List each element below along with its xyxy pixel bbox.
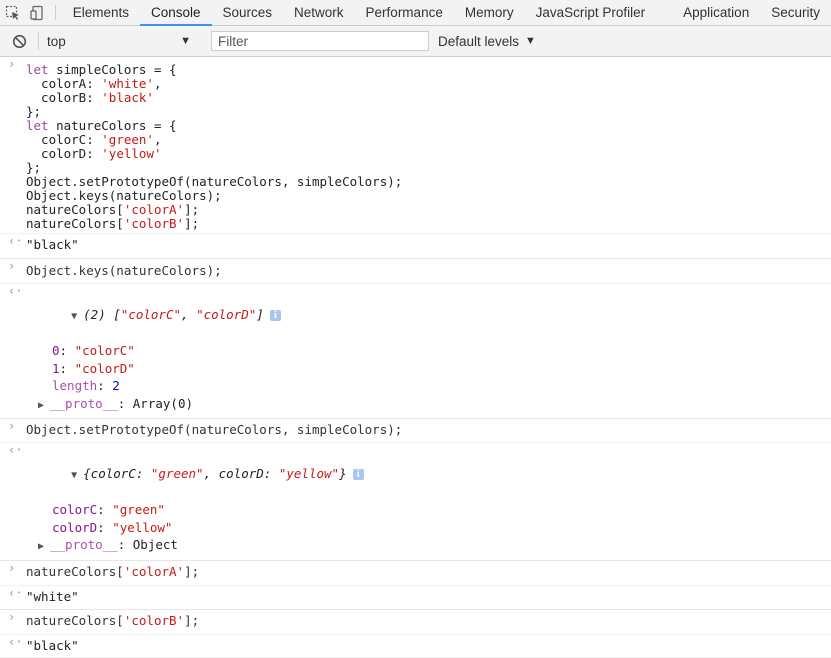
triangle-expanded-icon: ▼ [71, 470, 78, 481]
toolbar-divider [54, 5, 56, 20]
result-arrow-icon: ‹· [8, 634, 23, 649]
info-icon[interactable]: i [269, 310, 281, 321]
tab-console[interactable]: Console [139, 0, 212, 26]
object-property: colorC: "green" [52, 502, 165, 517]
tab-network[interactable]: Network [283, 0, 355, 25]
tab-memory[interactable]: Memory [454, 0, 525, 25]
log-levels-label: Default levels [438, 33, 520, 49]
object-property: colorD: "yellow" [52, 519, 173, 535]
code-line: natureColors['colorA']; [26, 202, 200, 217]
code-line: colorA: 'white', [26, 76, 162, 91]
console-filterbar: top ▼ Default levels ▼ [0, 26, 831, 57]
prompt-chevron-icon: › [8, 57, 16, 71]
tab-label: Elements [72, 5, 129, 20]
prompt-chevron-icon: › [8, 560, 16, 575]
triangle-collapsed-icon: ▶ [38, 399, 45, 411]
tab-label: Memory [464, 5, 514, 20]
result-value: "black" [26, 637, 79, 653]
filterbar-divider [38, 32, 39, 50]
tab-label: Security [771, 5, 820, 20]
code-line: let simpleColors = { [26, 62, 177, 77]
inspect-cursor-icon [5, 5, 19, 20]
array-item: 0: "colorC" [52, 343, 135, 358]
execution-context-select[interactable]: top ▼ [47, 34, 197, 49]
code-line: natureColors['colorB']; [26, 612, 200, 628]
object-preview-toggle[interactable]: ▼ {colorC: "green", colorD: "yellow"} i [26, 448, 831, 501]
tab-label: Application [683, 5, 750, 20]
code-line: }; [26, 160, 42, 175]
inspect-element-button[interactable] [0, 0, 25, 25]
console-result-entry: ‹· ▼ {colorC: "green", colorD: "yellow"} i… [0, 443, 831, 561]
code-line: colorC: 'green', [26, 132, 162, 147]
device-toolbar-button[interactable] [25, 0, 50, 25]
tab-label: Performance [365, 5, 443, 20]
code-line: let natureColors = { [26, 118, 177, 133]
prompt-chevron-icon: › [8, 419, 16, 433]
tab-label: JavaScript Profiler [535, 5, 646, 20]
code-line: Object.keys(natureColors); [26, 263, 222, 278]
proto-toggle[interactable]: ▶ __proto__: Object [26, 536, 831, 556]
array-item: 1: "colorD" [52, 360, 135, 376]
result-arrow-icon: ‹· [8, 284, 23, 298]
log-levels-dropdown[interactable]: Default levels ▼ [438, 34, 536, 49]
devtools-tabbar: Elements Console Sources Network Perform… [0, 0, 831, 26]
console-filter-input[interactable] [211, 31, 429, 51]
chevron-down-icon: ▼ [180, 35, 191, 47]
console-input-entry: › Object.keys(natureColors); [0, 259, 831, 284]
console-input-entry: › natureColors['colorA']; [0, 561, 831, 586]
tab-label: Sources [222, 5, 273, 20]
context-value: top [47, 33, 66, 49]
tab-label: Network [294, 5, 344, 20]
prompt-chevron-icon: › [8, 259, 16, 273]
array-length: length: 2 [52, 378, 120, 393]
tab-sources[interactable]: Sources [212, 0, 284, 25]
chevron-down-icon: ▼ [525, 35, 536, 47]
array-preview-toggle[interactable]: ▼ (2) ["colorC", "colorD"] i [26, 289, 831, 342]
info-icon[interactable]: i [352, 469, 364, 480]
code-line: colorD: 'yellow' [26, 146, 162, 161]
result-arrow-icon: ‹· [8, 443, 23, 457]
code-line: natureColors['colorA']; [26, 563, 200, 579]
result-value: "white" [26, 588, 79, 604]
code-line: Object.keys(natureColors); [26, 188, 222, 203]
result-value: "black" [26, 237, 79, 252]
clear-console-button[interactable] [6, 28, 32, 54]
code-line: }; [26, 104, 42, 119]
code-line: Object.setPrototypeOf(natureColors, simp… [26, 174, 403, 189]
console-result-entry: ‹· "black" [0, 234, 831, 259]
device-mode-icon [30, 5, 43, 20]
code-line: Object.setPrototypeOf(natureColors, simp… [26, 422, 403, 437]
proto-toggle[interactable]: ▶ __proto__: Array(0) [26, 395, 831, 415]
console-messages[interactable]: › let simpleColors = { colorA: 'white', … [0, 57, 831, 658]
code-line: colorB: 'black' [26, 90, 154, 105]
console-result-entry: ‹· ▼ (2) ["colorC", "colorD"] i 0: "colorC… [0, 284, 831, 419]
prompt-chevron-icon: › [8, 609, 16, 624]
tab-javascript-profiler[interactable]: JavaScript Profiler [525, 0, 673, 25]
tab-security[interactable]: Security [760, 0, 831, 25]
triangle-collapsed-icon: ▶ [38, 541, 45, 552]
console-result-entry: ‹· "black" [0, 635, 831, 658]
console-result-entry: ‹· "white" [0, 586, 831, 610]
clear-console-icon [12, 34, 26, 48]
result-arrow-icon: ‹· [8, 234, 23, 248]
console-input-entry: › natureColors['colorB']; [0, 610, 831, 635]
code-line: natureColors['colorB']; [26, 216, 200, 231]
console-input-entry: › let simpleColors = { colorA: 'white', … [0, 57, 831, 234]
tab-performance[interactable]: Performance [355, 0, 454, 25]
tab-label: Console [150, 5, 201, 20]
triangle-expanded-icon: ▼ [71, 311, 78, 322]
tab-elements[interactable]: Elements [62, 0, 140, 25]
result-arrow-icon: ‹· [8, 585, 23, 600]
console-input-entry: › Object.setPrototypeOf(natureColors, si… [0, 419, 831, 443]
tab-application[interactable]: Application [672, 0, 760, 25]
